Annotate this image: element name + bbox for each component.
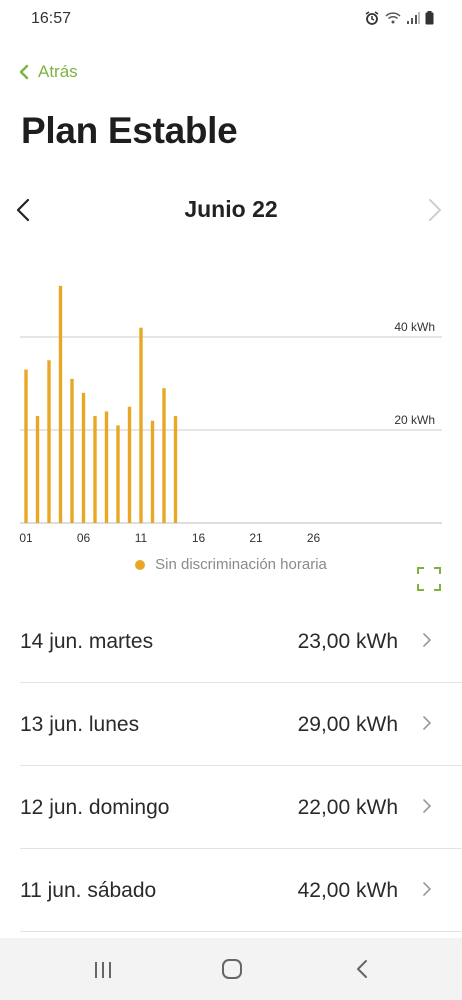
list-item[interactable]: 12 jun. domingo 22,00 kWh — [20, 766, 462, 849]
chevron-right-icon — [422, 798, 432, 819]
wifi-icon — [385, 11, 401, 25]
chart-bar — [81, 392, 86, 523]
next-month-button[interactable] — [420, 194, 448, 226]
chart-bar — [58, 285, 63, 523]
chart-legend: Sin discriminación horaria — [0, 556, 462, 573]
day-date: 14 jun. martes — [20, 630, 154, 653]
legend-label: Sin discriminación horaria — [155, 556, 327, 573]
chevron-left-icon — [18, 64, 30, 80]
chart-x-tick-label: 01 — [19, 531, 33, 545]
chart-bar — [162, 388, 166, 523]
chart-bar — [70, 378, 74, 523]
day-value: 22,00 kWh — [297, 796, 398, 819]
status-time: 16:57 — [31, 10, 72, 27]
list-item[interactable]: 11 jun. sábado 42,00 kWh — [20, 849, 462, 932]
legend-swatch — [135, 559, 146, 570]
chart-x-tick-label: 26 — [307, 531, 321, 545]
chart-x-tick-label: 21 — [249, 531, 263, 545]
alarm-icon — [364, 10, 380, 26]
chart-bar — [47, 360, 51, 523]
chart-x-tick-label: 11 — [135, 531, 148, 545]
chart-bar — [116, 425, 120, 523]
chart-x-tick-label: 06 — [77, 531, 91, 545]
list-item[interactable]: 14 jun. martes 23,00 kWh — [20, 600, 462, 683]
chart-bar — [24, 369, 28, 523]
back-label: Atrás — [38, 62, 78, 81]
day-date: 11 jun. sábado — [20, 879, 157, 902]
day-date: 12 jun. domingo — [20, 796, 170, 819]
recent-apps-button[interactable] — [88, 956, 118, 984]
system-navigation-bar — [0, 938, 462, 1000]
signal-icon — [406, 11, 420, 25]
status-bar: 16:57 — [0, 0, 462, 38]
chevron-right-icon — [422, 632, 432, 653]
day-value: 42,00 kWh — [297, 879, 398, 902]
chevron-right-icon — [422, 881, 432, 902]
recent-apps-icon — [88, 962, 118, 988]
month-label: Junio 22 — [184, 196, 278, 222]
status-icons — [364, 10, 434, 26]
back-button[interactable]: Atrás — [18, 62, 78, 82]
battery-icon — [425, 11, 434, 25]
chart-bar — [173, 416, 178, 523]
day-value: 29,00 kWh — [297, 713, 398, 736]
chart-bar — [93, 416, 97, 523]
chart-bar — [104, 411, 109, 523]
expand-chart-icon[interactable] — [416, 566, 442, 592]
day-date: 13 jun. lunes — [20, 713, 140, 736]
home-icon — [217, 959, 247, 988]
consumption-chart-svg: 20 kWh 40 kWh 01 06 11 16 21 26 — [19, 285, 442, 545]
day-value: 23,00 kWh — [297, 630, 398, 653]
chart-gridline-label: 40 kWh — [394, 320, 435, 334]
chart-gridline-label: 20 kWh — [394, 413, 435, 427]
chart-bar — [139, 327, 143, 523]
chart-bar — [35, 416, 40, 523]
back-arrow-icon — [348, 960, 378, 988]
consumption-chart: 20 kWh 40 kWh 01 06 11 16 21 26 — [0, 260, 462, 560]
home-button[interactable] — [217, 956, 247, 984]
chart-bar — [127, 406, 132, 523]
chevron-right-icon — [420, 199, 448, 230]
chart-bar — [150, 420, 155, 523]
month-navigator: Junio 22 — [0, 188, 462, 232]
daily-consumption-list: 14 jun. martes 23,00 kWh 13 jun. lunes 2… — [20, 600, 462, 932]
chart-x-tick-label: 16 — [192, 531, 206, 545]
chevron-right-icon — [422, 715, 432, 736]
page-title: Plan Estable — [21, 110, 238, 151]
system-back-button[interactable] — [348, 956, 378, 984]
list-item[interactable]: 13 jun. lunes 29,00 kWh — [20, 683, 462, 766]
